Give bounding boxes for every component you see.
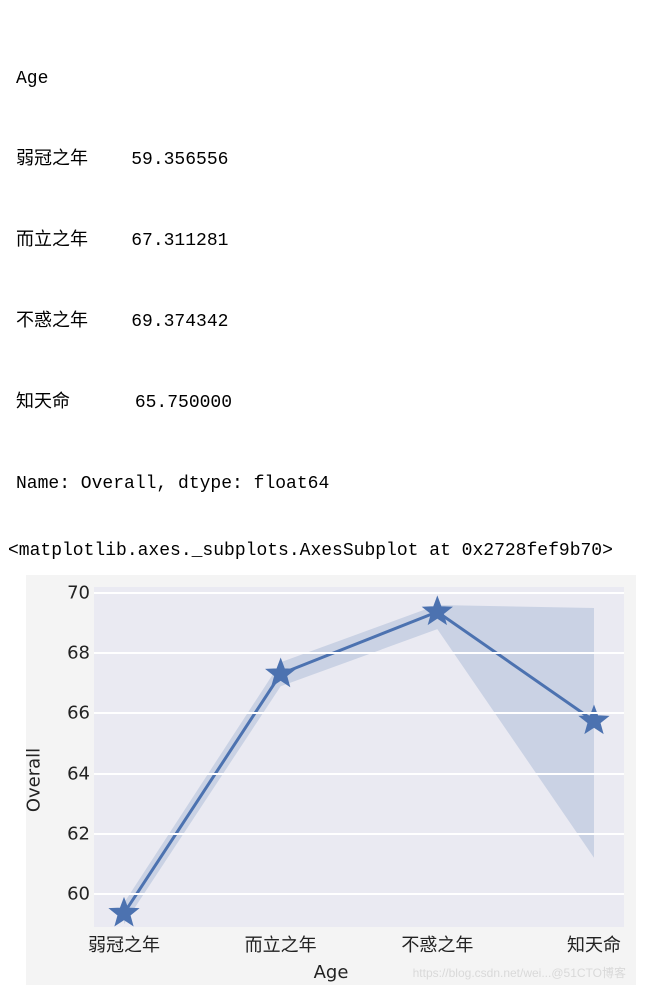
plot-region [94, 587, 624, 927]
x-tick-label: 而立之年 [245, 931, 317, 957]
series-footer: Name: Overall, dtype: float64 [16, 471, 654, 498]
grid-line [94, 712, 624, 714]
y-axis-label: Overall [24, 748, 45, 812]
line-chart [94, 587, 624, 927]
series-row: 而立之年 67.311281 [16, 228, 654, 255]
y-tick-label: 70 [67, 583, 90, 604]
series-row: 不惑之年 69.374342 [16, 309, 654, 336]
y-tick-label: 60 [67, 883, 90, 904]
series-header: Age [16, 66, 654, 93]
y-tick-label: 68 [67, 643, 90, 664]
watermark: https://blog.csdn.net/wei...@51CTO博客 [413, 964, 626, 981]
series-row: 知天命 65.750000 [16, 390, 654, 417]
x-axis-label: Age [314, 962, 349, 983]
axes-repr: <matplotlib.axes._subplots.AxesSubplot a… [8, 529, 662, 569]
x-tick-label: 知天命 [567, 931, 621, 957]
grid-line [94, 893, 624, 895]
y-tick-label: 66 [67, 703, 90, 724]
grid-line [94, 833, 624, 835]
series-output: Age 弱冠之年 59.356556 而立之年 67.311281 不惑之年 6… [8, 8, 662, 529]
series-row: 弱冠之年 59.356556 [16, 147, 654, 174]
grid-line [94, 652, 624, 654]
x-tick-label: 不惑之年 [401, 931, 473, 957]
y-tick-label: 62 [67, 823, 90, 844]
y-tick-label: 64 [67, 763, 90, 784]
x-tick-label: 弱冠之年 [88, 931, 160, 957]
chart-container: 60 62 64 66 68 70 弱冠之年 而立之年 不惑之年 知天命 Overall Age… [26, 575, 636, 985]
grid-line [94, 592, 624, 594]
grid-line [94, 773, 624, 775]
